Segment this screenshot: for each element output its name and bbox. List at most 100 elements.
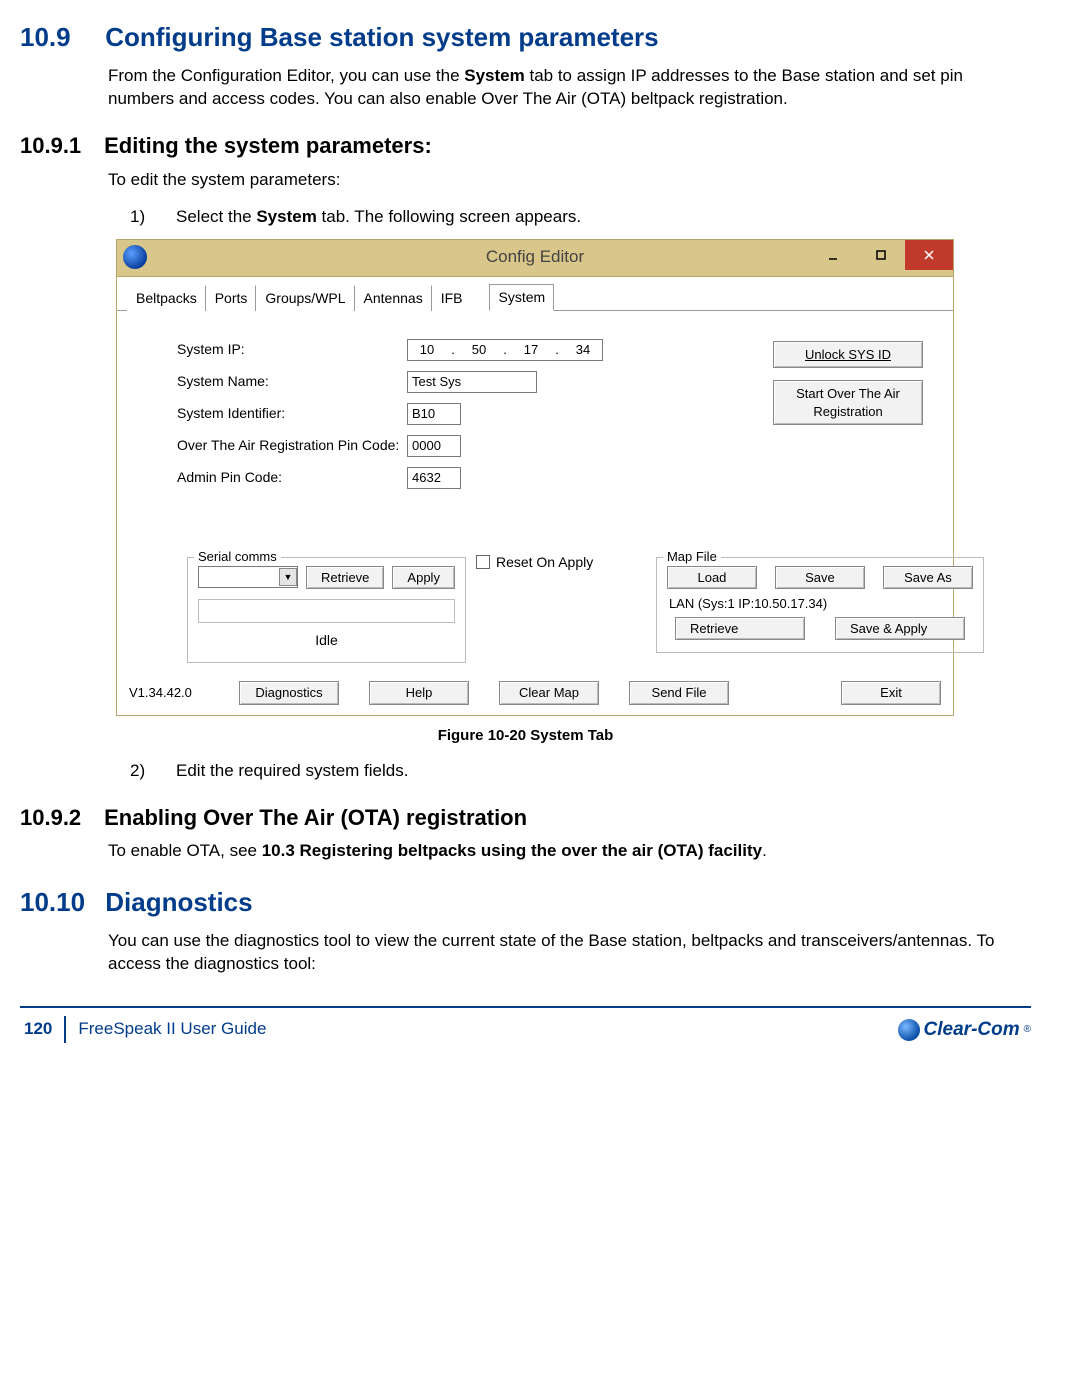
serial-status-box <box>198 599 455 623</box>
row-admin-pin: Admin Pin Code: <box>177 467 929 489</box>
serial-comms-group: Serial comms ▼ Retrieve Apply Idle <box>187 557 466 663</box>
text-bold: System <box>256 207 316 226</box>
maximize-button[interactable] <box>857 240 905 270</box>
version-label: V1.34.42.0 <box>129 684 209 702</box>
label-ota-pin: Over The Air Registration Pin Code: <box>177 436 407 455</box>
checkbox-icon <box>476 555 490 569</box>
heading-10-9: 10.9 Configuring Base station system par… <box>20 20 1031 55</box>
page-footer: 120 FreeSpeak II User Guide Clear-Com ® <box>20 1016 1031 1043</box>
step-text: Edit the required system fields. <box>176 760 1031 783</box>
reset-on-apply-label: Reset On Apply <box>496 553 593 572</box>
section-title: Diagnostics <box>105 887 252 917</box>
serial-legend: Serial comms <box>194 548 281 566</box>
retrieve-button[interactable]: Retrieve <box>306 566 384 590</box>
brand-name: Clear-Com <box>924 1017 1020 1043</box>
diagnostics-body: You can use the diagnostics tool to view… <box>108 930 1031 976</box>
brand-logo: Clear-Com ® <box>898 1017 1031 1043</box>
lan-retrieve-button[interactable]: Retrieve <box>675 617 805 641</box>
document-title: FreeSpeak II User Guide <box>78 1018 266 1041</box>
mapfile-legend: Map File <box>663 548 721 566</box>
section-number: 10.10 <box>20 885 98 920</box>
globe-icon <box>898 1019 920 1041</box>
intro-paragraph: From the Configuration Editor, you can u… <box>108 65 1031 111</box>
step-number: 1) <box>130 206 176 229</box>
text-bold: System <box>464 66 524 85</box>
tab-ports[interactable]: Ports <box>206 285 257 311</box>
apply-button[interactable]: Apply <box>392 566 455 590</box>
step-1: 1) Select the System tab. The following … <box>130 206 1031 229</box>
tab-antennas[interactable]: Antennas <box>355 285 432 311</box>
tab-ifb[interactable]: IFB <box>432 285 490 311</box>
tab-strip: Beltpacks Ports Groups/WPL Antennas IFB … <box>117 277 953 311</box>
label-system-ip: System IP: <box>177 340 407 359</box>
chevron-down-icon: ▼ <box>279 568 297 586</box>
lan-info: LAN (Sys:1 IP:10.50.17.34) <box>669 595 973 613</box>
save-and-apply-button[interactable]: Save & Apply <box>835 617 965 641</box>
text: To enable OTA, see <box>108 841 262 860</box>
step-number: 2) <box>130 760 176 783</box>
registered-mark: ® <box>1024 1023 1031 1037</box>
step-text: Select the System tab. The following scr… <box>176 206 1031 229</box>
load-button[interactable]: Load <box>667 566 757 590</box>
close-button[interactable] <box>905 240 953 270</box>
ip-octet-4: 34 <box>568 341 598 359</box>
footer-rule <box>20 1006 1031 1008</box>
save-as-button[interactable]: Save As <box>883 566 973 590</box>
save-button[interactable]: Save <box>775 566 865 590</box>
titlebar: Config Editor <box>117 240 953 277</box>
step-2: 2) Edit the required system fields. <box>130 760 1031 783</box>
clear-map-button[interactable]: Clear Map <box>499 681 599 705</box>
tab-groups-wpl[interactable]: Groups/WPL <box>256 285 354 311</box>
window-controls <box>809 240 953 270</box>
text-bold: 10.3 Registering beltpacks using the ove… <box>262 841 762 860</box>
lower-panel: Serial comms ▼ Retrieve Apply Idle Reset… <box>177 549 929 663</box>
text: tab. The following screen appears. <box>317 207 581 226</box>
heading-10-10: 10.10 Diagnostics <box>20 885 1031 920</box>
tab-beltpacks[interactable]: Beltpacks <box>127 285 206 311</box>
admin-pin-input[interactable] <box>407 467 461 489</box>
section-number: 10.9.1 <box>20 131 98 161</box>
section-number: 10.9.2 <box>20 803 98 833</box>
ota-body: To enable OTA, see 10.3 Registering belt… <box>108 840 1031 863</box>
text: . <box>762 841 767 860</box>
system-name-input[interactable] <box>407 371 537 393</box>
unlock-sys-id-button[interactable]: Unlock SYS ID <box>773 341 923 369</box>
heading-10-9-1: 10.9.1 Editing the system parameters: <box>20 131 1031 161</box>
system-ip-input[interactable]: 10. 50. 17. 34 <box>407 339 603 361</box>
ota-pin-input[interactable] <box>407 435 461 457</box>
exit-button[interactable]: Exit <box>841 681 941 705</box>
map-file-group: Map File Load Save Save As LAN (Sys:1 IP… <box>656 557 984 654</box>
section-title: Enabling Over The Air (OTA) registration <box>104 805 527 830</box>
label-system-name: System Name: <box>177 372 407 391</box>
diagnostics-button[interactable]: Diagnostics <box>239 681 339 705</box>
reset-on-apply-checkbox[interactable]: Reset On Apply <box>476 553 646 572</box>
section-title: Configuring Base station system paramete… <box>105 22 658 52</box>
text: From the Configuration Editor, you can u… <box>108 66 464 85</box>
window-title: Config Editor <box>486 246 584 269</box>
section-title: Editing the system parameters: <box>104 133 432 158</box>
config-editor-window: Config Editor Beltpacks Ports Groups/WPL… <box>116 239 954 716</box>
serial-port-combo[interactable]: ▼ <box>198 566 298 588</box>
text: Select the <box>176 207 256 226</box>
system-tab-pane: System IP: 10. 50. 17. 34 System Name: S… <box>117 311 953 673</box>
page-number: 120 <box>20 1016 66 1043</box>
system-identifier-input[interactable] <box>407 403 461 425</box>
app-icon <box>123 245 147 269</box>
bottom-bar: V1.34.42.0 Diagnostics Help Clear Map Se… <box>117 673 953 715</box>
start-ota-registration-button[interactable]: Start Over The Air Registration <box>773 380 923 425</box>
heading-10-9-2: 10.9.2 Enabling Over The Air (OTA) regis… <box>20 803 1031 833</box>
minimize-button[interactable] <box>809 240 857 270</box>
figure-caption: Figure 10-20 System Tab <box>20 726 1031 746</box>
section-number: 10.9 <box>20 20 98 55</box>
tab-system[interactable]: System <box>489 284 554 311</box>
reset-column: Reset On Apply <box>476 549 646 572</box>
row-ota-pin: Over The Air Registration Pin Code: <box>177 435 929 457</box>
send-file-button[interactable]: Send File <box>629 681 729 705</box>
right-button-column: Unlock SYS ID Start Over The Air Registr… <box>773 341 923 426</box>
label-admin-pin: Admin Pin Code: <box>177 468 407 487</box>
lead-text: To edit the system parameters: <box>108 169 1031 192</box>
ip-octet-2: 50 <box>464 341 494 359</box>
ip-octet-1: 10 <box>412 341 442 359</box>
serial-idle-label: Idle <box>198 631 455 650</box>
help-button[interactable]: Help <box>369 681 469 705</box>
